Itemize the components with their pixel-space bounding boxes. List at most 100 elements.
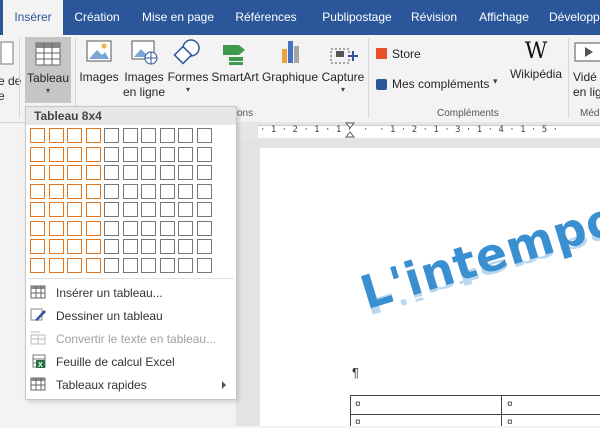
- grid-cell[interactable]: [86, 202, 101, 217]
- grid-cell[interactable]: [30, 202, 45, 217]
- tab-revision[interactable]: Révision: [403, 0, 465, 35]
- grid-cell[interactable]: [30, 147, 45, 162]
- grid-cell[interactable]: [67, 147, 82, 162]
- grid-cell[interactable]: [160, 202, 175, 217]
- grid-cell[interactable]: [49, 202, 64, 217]
- horizontal-ruler[interactable]: · 1 · 2 · 1 · 1 · · · 1 · 2 · 1 · 3 · 1 …: [236, 122, 600, 140]
- menu-inserer-un-tableau[interactable]: Insérer un tableau...: [26, 281, 236, 304]
- grid-cell[interactable]: [141, 258, 156, 273]
- tab-mise-en-page[interactable]: Mise en page: [133, 0, 223, 35]
- capture-button[interactable]: Capture ▾: [320, 37, 366, 94]
- grid-cell[interactable]: [160, 147, 175, 162]
- grid-cell[interactable]: [123, 221, 138, 236]
- grid-cell[interactable]: [197, 221, 212, 236]
- grid-cell[interactable]: [160, 128, 175, 143]
- grid-cell[interactable]: [141, 147, 156, 162]
- grid-cell[interactable]: [67, 258, 82, 273]
- grid-cell[interactable]: [160, 239, 175, 254]
- grid-cell[interactable]: [30, 258, 45, 273]
- grid-cell[interactable]: [141, 239, 156, 254]
- grid-cell[interactable]: [86, 258, 101, 273]
- grid-cell[interactable]: [141, 202, 156, 217]
- grid-cell[interactable]: [49, 165, 64, 180]
- grid-cell[interactable]: [123, 165, 138, 180]
- grid-cell[interactable]: [104, 239, 119, 254]
- grid-cell[interactable]: [178, 128, 193, 143]
- grid-cell[interactable]: [141, 128, 156, 143]
- grid-cell[interactable]: [178, 239, 193, 254]
- tab-developpeur[interactable]: Développ: [543, 0, 600, 35]
- grid-cell[interactable]: [30, 239, 45, 254]
- grid-cell[interactable]: [178, 184, 193, 199]
- grid-cell[interactable]: [67, 239, 82, 254]
- grid-cell[interactable]: [178, 202, 193, 217]
- grid-cell[interactable]: [104, 184, 119, 199]
- grid-cell[interactable]: [30, 165, 45, 180]
- grid-cell[interactable]: [141, 165, 156, 180]
- tab-publipostage[interactable]: Publipostage: [308, 0, 406, 35]
- menu-feuille-excel[interactable]: X Feuille de calcul Excel: [26, 350, 236, 373]
- grid-cell[interactable]: [123, 147, 138, 162]
- grid-cell[interactable]: [197, 239, 212, 254]
- images-button[interactable]: Images: [78, 37, 120, 85]
- grid-cell[interactable]: [104, 221, 119, 236]
- grid-cell[interactable]: [197, 147, 212, 162]
- grid-cell[interactable]: [197, 258, 212, 273]
- grid-cell[interactable]: [30, 221, 45, 236]
- menu-tableaux-rapides[interactable]: Tableaux rapides: [26, 373, 236, 396]
- tab-creation[interactable]: Création: [64, 0, 130, 35]
- grid-cell[interactable]: [67, 184, 82, 199]
- grid-cell[interactable]: [141, 221, 156, 236]
- grid-cell[interactable]: [67, 165, 82, 180]
- grid-cell[interactable]: [123, 202, 138, 217]
- grid-cell[interactable]: [160, 258, 175, 273]
- grid-cell[interactable]: [123, 239, 138, 254]
- grid-cell[interactable]: [104, 147, 119, 162]
- grid-cell[interactable]: [197, 165, 212, 180]
- clipped-left-button[interactable]: e de e: [0, 40, 21, 103]
- grid-cell[interactable]: [86, 165, 101, 180]
- menu-dessiner-un-tableau[interactable]: Dessiner un tableau: [26, 304, 236, 327]
- grid-cell[interactable]: [123, 128, 138, 143]
- document-page[interactable]: L'intemporel L'intemporel ¶ ¤ ¤ ¤ ¤: [260, 148, 600, 428]
- grid-cell[interactable]: [86, 239, 101, 254]
- grid-cell[interactable]: [49, 239, 64, 254]
- grid-cell[interactable]: [67, 221, 82, 236]
- grid-cell[interactable]: [104, 258, 119, 273]
- grid-cell[interactable]: [49, 221, 64, 236]
- grid-cell[interactable]: [160, 165, 175, 180]
- grid-cell[interactable]: [197, 184, 212, 199]
- tab-inserer[interactable]: Insérer: [3, 0, 63, 35]
- grid-cell[interactable]: [178, 221, 193, 236]
- grid-cell[interactable]: [123, 258, 138, 273]
- formes-button[interactable]: Formes ▾: [166, 37, 210, 94]
- grid-cell[interactable]: [49, 184, 64, 199]
- grid-cell[interactable]: [197, 128, 212, 143]
- grid-cell[interactable]: [178, 165, 193, 180]
- tab-affichage[interactable]: Affichage: [468, 0, 540, 35]
- grid-cell[interactable]: [67, 128, 82, 143]
- grid-cell[interactable]: [86, 221, 101, 236]
- tab-references[interactable]: Références: [226, 0, 306, 35]
- grid-cell[interactable]: [160, 184, 175, 199]
- grid-cell[interactable]: [67, 202, 82, 217]
- grid-cell[interactable]: [49, 258, 64, 273]
- grid-cell[interactable]: [30, 128, 45, 143]
- indent-marker-icon[interactable]: [345, 122, 355, 140]
- grid-cell[interactable]: [104, 165, 119, 180]
- grid-cell[interactable]: [160, 221, 175, 236]
- wikipedia-button[interactable]: W Wikipédia: [507, 37, 565, 82]
- grid-cell[interactable]: [49, 128, 64, 143]
- grid-cell[interactable]: [86, 128, 101, 143]
- tableau-button[interactable]: Tableau ▾: [25, 37, 71, 103]
- grid-cell[interactable]: [104, 202, 119, 217]
- grid-cell[interactable]: [86, 184, 101, 199]
- grid-cell[interactable]: [104, 128, 119, 143]
- graphique-button[interactable]: Graphique: [261, 37, 319, 85]
- grid-cell[interactable]: [178, 147, 193, 162]
- images-en-ligne-button[interactable]: Images en ligne: [121, 37, 167, 100]
- grid-cell[interactable]: [49, 147, 64, 162]
- grid-cell[interactable]: [30, 184, 45, 199]
- grid-cell[interactable]: [178, 258, 193, 273]
- smartart-button[interactable]: SmartArt: [210, 37, 260, 85]
